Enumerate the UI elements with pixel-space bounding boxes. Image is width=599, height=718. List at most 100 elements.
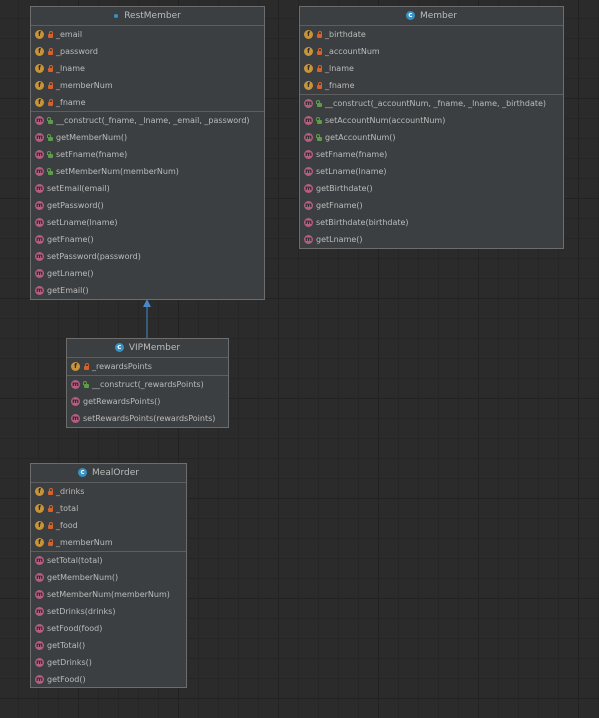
method-row[interactable]: m setAccountNum(accountNum) [300,112,563,129]
method-icon: m [35,116,44,125]
field-icon: f [304,64,313,73]
method-signature: getDrinks() [47,658,92,667]
method-icon: m [35,184,44,193]
method-signature: setRewardsPoints(rewardsPoints) [83,414,216,423]
method-row[interactable]: m setFname(fname) [31,146,264,163]
method-row[interactable]: m getFname() [300,197,563,214]
method-row[interactable]: m getRewardsPoints() [67,393,228,410]
field-name: _email [56,30,83,39]
field-row[interactable]: f _rewardsPoints [67,358,228,375]
method-signature: getLname() [316,235,363,244]
class-title[interactable]: c VIPMember [67,339,228,358]
class-member[interactable]: c Member f _birthdate f _accountNum f _lname f _f… [299,6,564,249]
method-signature: setFname(fname) [56,150,128,159]
method-row[interactable]: m getMemberNum() [31,569,186,586]
method-icon: m [35,641,44,650]
method-icon: m [35,590,44,599]
public-lock-icon [316,99,322,108]
private-lock-icon [316,47,322,56]
field-row[interactable]: f _lname [300,60,563,77]
class-name: Member [419,11,458,21]
method-row[interactable]: m getAccountNum() [300,129,563,146]
method-row[interactable]: m getEmail() [31,282,264,299]
method-row[interactable]: m setTotal(total) [31,551,186,569]
method-row[interactable]: m setLname(lname) [300,163,563,180]
method-row[interactable]: m setMemberNum(memberNum) [31,586,186,603]
method-signature: setAccountNum(accountNum) [325,116,446,125]
field-icon: f [35,98,44,107]
method-signature: setTotal(total) [47,556,103,565]
field-icon: f [35,487,44,496]
method-signature: setFood(food) [47,624,103,633]
method-row[interactable]: m getBirthdate() [300,180,563,197]
field-row[interactable]: f _email [31,26,264,43]
field-icon: f [304,30,313,39]
method-row[interactable]: m getMemberNum() [31,129,264,146]
class-restmember[interactable]: RestMember f _email f _password f _lname f _memb… [30,6,265,300]
private-lock-icon [47,30,53,39]
method-row[interactable]: m __construct(_rewardsPoints) [67,375,228,393]
method-row[interactable]: m setEmail(email) [31,180,264,197]
private-lock-icon [47,487,53,496]
private-lock-icon [47,81,53,90]
private-lock-icon [316,81,322,90]
method-row[interactable]: m getFname() [31,231,264,248]
class-icon: c [405,11,415,20]
private-lock-icon [47,504,53,513]
method-row[interactable]: m getLname() [31,265,264,282]
method-signature: getRewardsPoints() [83,397,161,406]
method-row[interactable]: m getLname() [300,231,563,248]
field-name: _accountNum [325,47,380,56]
method-row[interactable]: m setPassword(password) [31,248,264,265]
class-title[interactable]: c Member [300,7,563,26]
method-row[interactable]: m setFood(food) [31,620,186,637]
field-row[interactable]: f _food [31,517,186,534]
method-row[interactable]: m setLname(lname) [31,214,264,231]
class-title[interactable]: c MealOrder [31,464,186,483]
public-lock-icon [47,116,53,125]
class-title[interactable]: RestMember [31,7,264,26]
method-row[interactable]: m getTotal() [31,637,186,654]
method-icon: m [35,218,44,227]
field-row[interactable]: f _memberNum [31,534,186,551]
method-row[interactable]: m __construct(_fname, _lname, _email, _pa… [31,111,264,129]
method-row[interactable]: m setBirthdate(birthdate) [300,214,563,231]
public-lock-icon [316,133,322,142]
class-vipmember[interactable]: c VIPMember f _rewardsPoints m __construct(_r… [66,338,229,428]
field-row[interactable]: f _accountNum [300,43,563,60]
field-icon: f [35,521,44,530]
method-row[interactable]: m getPassword() [31,197,264,214]
method-row[interactable]: m getDrinks() [31,654,186,671]
field-row[interactable]: f _password [31,43,264,60]
field-icon: f [35,538,44,547]
method-row[interactable]: m setRewardsPoints(rewardsPoints) [67,410,228,427]
field-row[interactable]: f _birthdate [300,26,563,43]
method-row[interactable]: m setMemberNum(memberNum) [31,163,264,180]
field-icon: f [71,362,80,371]
field-row[interactable]: f _memberNum [31,77,264,94]
field-name: _lname [56,64,85,73]
private-lock-icon [83,362,89,371]
field-row[interactable]: f _total [31,500,186,517]
field-row[interactable]: f _fname [300,77,563,94]
method-icon: m [304,167,313,176]
class-icon: c [114,343,124,352]
field-name: _rewardsPoints [92,362,152,371]
class-mealorder[interactable]: c MealOrder f _drinks f _total f _food f _memberN… [30,463,187,688]
public-lock-icon [83,380,89,389]
private-lock-icon [47,521,53,530]
method-signature: getAccountNum() [325,133,396,142]
field-row[interactable]: f _lname [31,60,264,77]
method-row[interactable]: m getFood() [31,671,186,688]
method-icon: m [304,184,313,193]
method-row[interactable]: m __construct(_accountNum, _fname, _lname… [300,94,563,112]
method-row[interactable]: m setDrinks(drinks) [31,603,186,620]
method-row[interactable]: m setFname(fname) [300,146,563,163]
method-icon: m [35,252,44,261]
method-icon: m [35,556,44,565]
field-row[interactable]: f _drinks [31,483,186,500]
field-row[interactable]: f _fname [31,94,264,111]
method-signature: setLname(lname) [316,167,387,176]
field-name: _fname [325,81,355,90]
method-icon: m [35,167,44,176]
